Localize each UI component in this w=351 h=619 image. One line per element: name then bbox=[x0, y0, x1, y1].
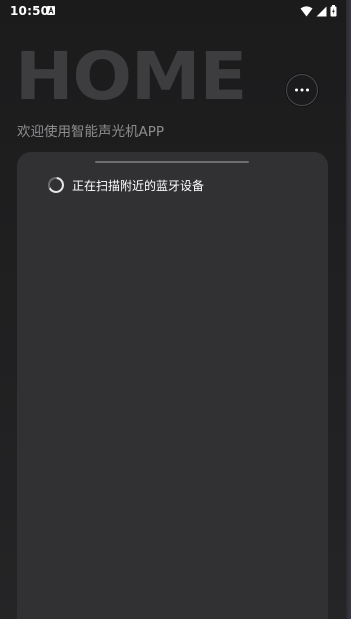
app-screen: 10:50 HOME 欢迎使用智能声光机APP 正在扫描附近的蓝牙设备 bbox=[0, 0, 351, 619]
device-scan-panel: 正在扫描附近的蓝牙设备 bbox=[17, 152, 328, 619]
window-edge bbox=[346, 0, 351, 619]
wifi-icon bbox=[300, 5, 313, 16]
loading-spinner-icon bbox=[47, 176, 64, 193]
status-time: 10:50 bbox=[10, 4, 50, 18]
scanning-status-text: 正在扫描附近的蓝牙设备 bbox=[72, 178, 205, 193]
more-options-button[interactable] bbox=[286, 74, 318, 106]
home-logo-text: HOME bbox=[15, 38, 247, 115]
a-notification-icon bbox=[47, 6, 55, 15]
welcome-subtitle: 欢迎使用智能声光机APP bbox=[17, 124, 165, 140]
panel-drag-handle[interactable] bbox=[95, 161, 249, 163]
signal-icon bbox=[316, 6, 327, 16]
status-icons bbox=[300, 5, 337, 17]
battery-icon bbox=[330, 5, 337, 17]
more-horizontal-icon bbox=[295, 88, 309, 92]
status-bar: 10:50 bbox=[0, 0, 351, 24]
scan-status-row: 正在扫描附近的蓝牙设备 bbox=[47, 176, 204, 194]
